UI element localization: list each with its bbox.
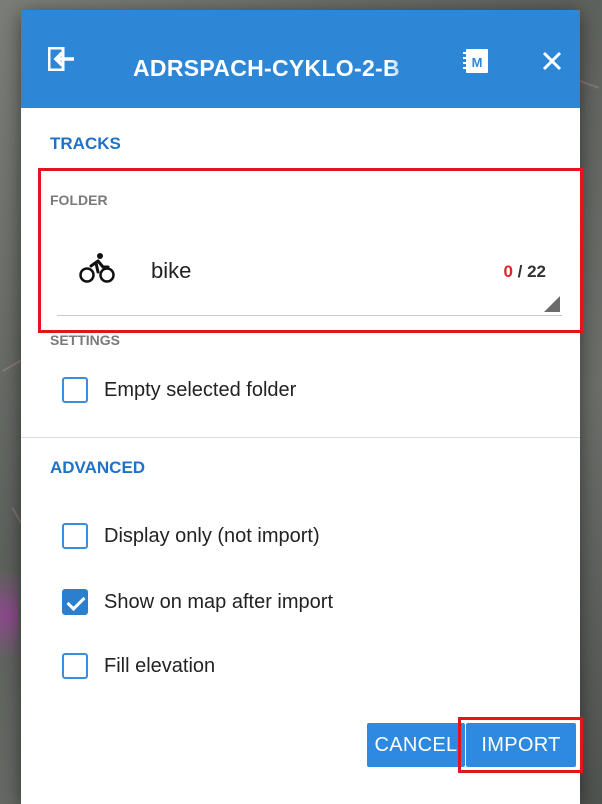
checkbox-label: Show on map after import xyxy=(104,590,333,613)
dialog-title: ADRSPACH-CYKLO-2-B xyxy=(133,55,400,81)
checkbox-empty-folder[interactable] xyxy=(62,377,88,403)
fill-elevation-option[interactable]: Fill elevation xyxy=(62,649,215,683)
import-dialog: ADRSPACH-CYKLO-2-B M TRACKS FOLDER bike … xyxy=(21,10,583,804)
advanced-header: ADVANCED xyxy=(50,458,146,477)
cancel-button[interactable]: CANCEL xyxy=(367,723,465,767)
folder-highlight-frame xyxy=(38,168,583,333)
map-route-overlay xyxy=(0,570,18,660)
map-menu-icon[interactable]: M xyxy=(461,47,491,75)
section-divider xyxy=(21,437,580,438)
close-icon[interactable] xyxy=(541,50,563,72)
import-highlight-frame xyxy=(458,717,583,773)
checkbox-fill-elevation[interactable] xyxy=(62,653,88,679)
checkbox-show-on-map[interactable] xyxy=(62,589,88,615)
checkbox-label: Empty selected folder xyxy=(104,378,297,401)
display-only-option[interactable]: Display only (not import) xyxy=(62,519,320,553)
checkbox-label: Fill elevation xyxy=(104,654,216,677)
checkbox-label: Display only (not import) xyxy=(104,524,320,547)
settings-label: SETTINGS xyxy=(50,332,121,348)
empty-folder-option[interactable]: Empty selected folder xyxy=(62,373,296,407)
import-exit-icon[interactable] xyxy=(48,47,76,71)
checkbox-display-only[interactable] xyxy=(62,523,88,549)
tracks-header: TRACKS xyxy=(50,134,121,153)
dialog-titlebar: ADRSPACH-CYKLO-2-B M xyxy=(21,10,580,108)
svg-text:M: M xyxy=(472,55,483,70)
show-on-map-option[interactable]: Show on map after import xyxy=(62,585,333,619)
